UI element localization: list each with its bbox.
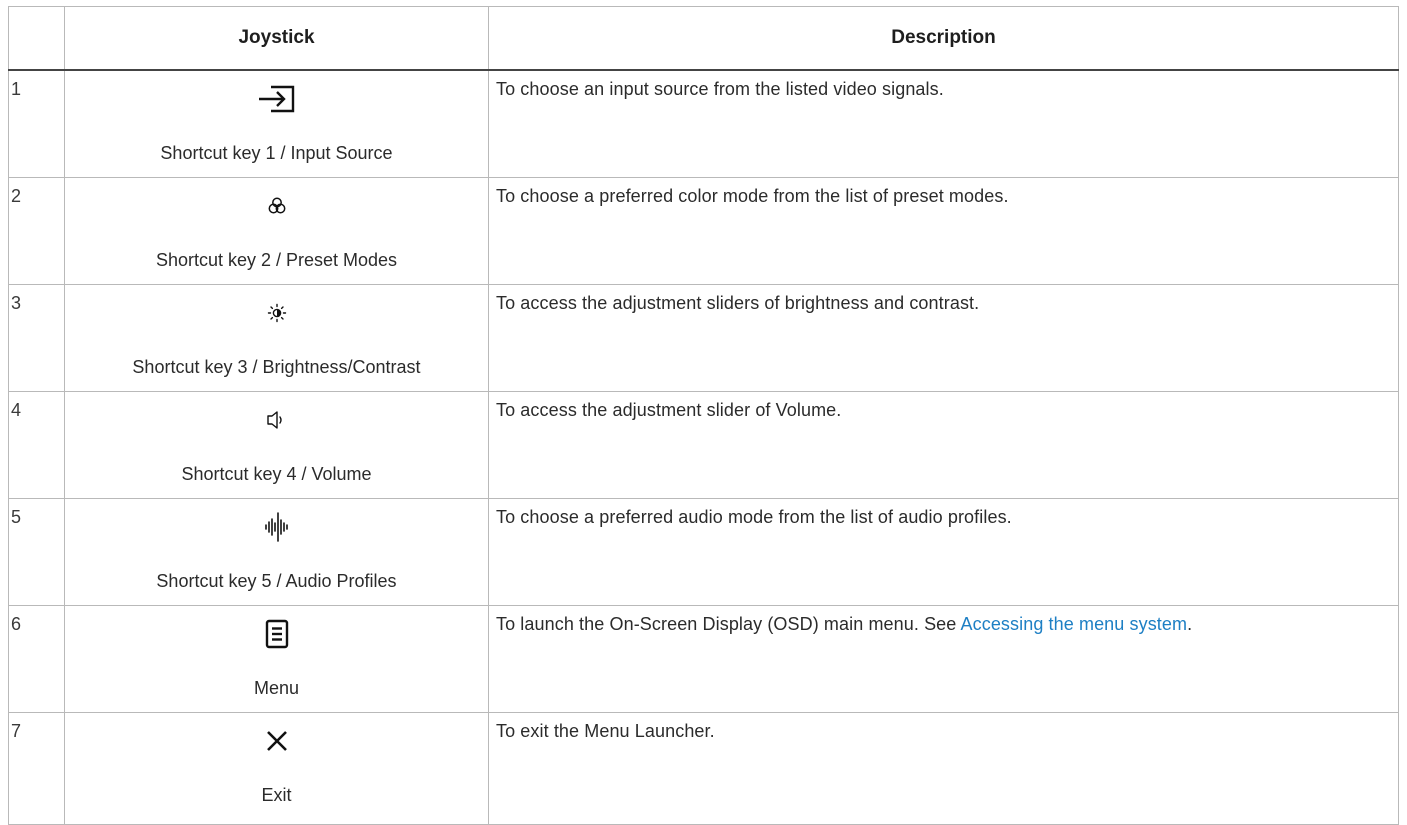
joystick-label: Exit — [261, 784, 292, 805]
volume-icon — [65, 398, 488, 442]
shortcut-keys-table: Joystick Description 1 Shortcut key 1 / … — [8, 6, 1399, 825]
joystick-label: Shortcut key 4 / Volume — [181, 463, 372, 484]
joystick-cell: Shortcut key 4 / Volume — [64, 390, 489, 499]
joystick-cell: Menu — [64, 604, 489, 713]
joystick-cell: Shortcut key 1 / Input Source — [64, 69, 489, 178]
accessing-menu-system-link[interactable]: Accessing the menu system — [961, 614, 1188, 634]
joystick-cell: Exit — [64, 711, 489, 825]
joystick-cell: Shortcut key 5 / Audio Profiles — [64, 497, 489, 606]
table-header-row: Joystick Description — [8, 6, 1399, 71]
row-number: 5 — [8, 497, 65, 606]
description-cell: To choose an input source from the liste… — [488, 69, 1399, 178]
row-number: 3 — [8, 283, 65, 392]
description-cell: To launch the On-Screen Display (OSD) ma… — [488, 604, 1399, 713]
description-cell: To choose a preferred audio mode from th… — [488, 497, 1399, 606]
table-row: 2 Shortcut key 2 / Preset Modes To choos… — [8, 176, 1399, 285]
joystick-cell: Shortcut key 2 / Preset Modes — [64, 176, 489, 285]
table-row: 7 Exit To exit the Menu Launcher. — [8, 711, 1399, 825]
close-icon — [65, 719, 488, 763]
preset-modes-icon — [65, 184, 488, 228]
joystick-label: Shortcut key 1 / Input Source — [160, 143, 393, 163]
table-row: 6 Menu To launch the On-Screen Display (… — [8, 604, 1399, 713]
joystick-cell: Shortcut key 3 / Brightness/Contrast — [64, 283, 489, 392]
joystick-label: Shortcut key 5 / Audio Profiles — [156, 570, 397, 591]
row-number: 4 — [8, 390, 65, 499]
description-cell: To exit the Menu Launcher. — [488, 711, 1399, 825]
joystick-label: Shortcut key 2 / Preset Modes — [155, 249, 398, 270]
description-text-end: . — [1187, 613, 1193, 634]
header-description: Description — [488, 6, 1399, 71]
description-cell: To access the adjustment slider of Volum… — [488, 390, 1399, 499]
header-number — [8, 6, 65, 71]
description-cell: To choose a preferred color mode from th… — [488, 176, 1399, 285]
input-source-icon — [65, 77, 488, 121]
table-row: 1 Shortcut key 1 / Input Source To choos… — [8, 69, 1399, 178]
menu-icon — [65, 612, 488, 656]
joystick-label: Menu — [253, 677, 300, 698]
table-row: 5 Shortcut key 5 / Audio Profiles To cho… — [8, 497, 1399, 606]
brightness-contrast-icon — [65, 291, 488, 335]
description-cell: To access the adjustment sliders of brig… — [488, 283, 1399, 392]
row-number: 6 — [8, 604, 65, 713]
joystick-label: Shortcut key 3 / Brightness/Contrast — [132, 356, 421, 377]
table-row: 4 Shortcut key 4 / Volume To access the … — [8, 390, 1399, 499]
table-row: 3 Shortcut key 3 / Brightness/Contrast T… — [8, 283, 1399, 392]
audio-profiles-icon — [65, 505, 488, 549]
row-number: 1 — [8, 69, 65, 178]
shortcut-keys-table-container: Joystick Description 1 Shortcut key 1 / … — [8, 6, 1399, 825]
description-text: To launch the On-Screen Display (OSD) ma… — [496, 613, 961, 634]
row-number: 7 — [8, 711, 65, 825]
header-joystick: Joystick — [64, 6, 489, 71]
row-number: 2 — [8, 176, 65, 285]
